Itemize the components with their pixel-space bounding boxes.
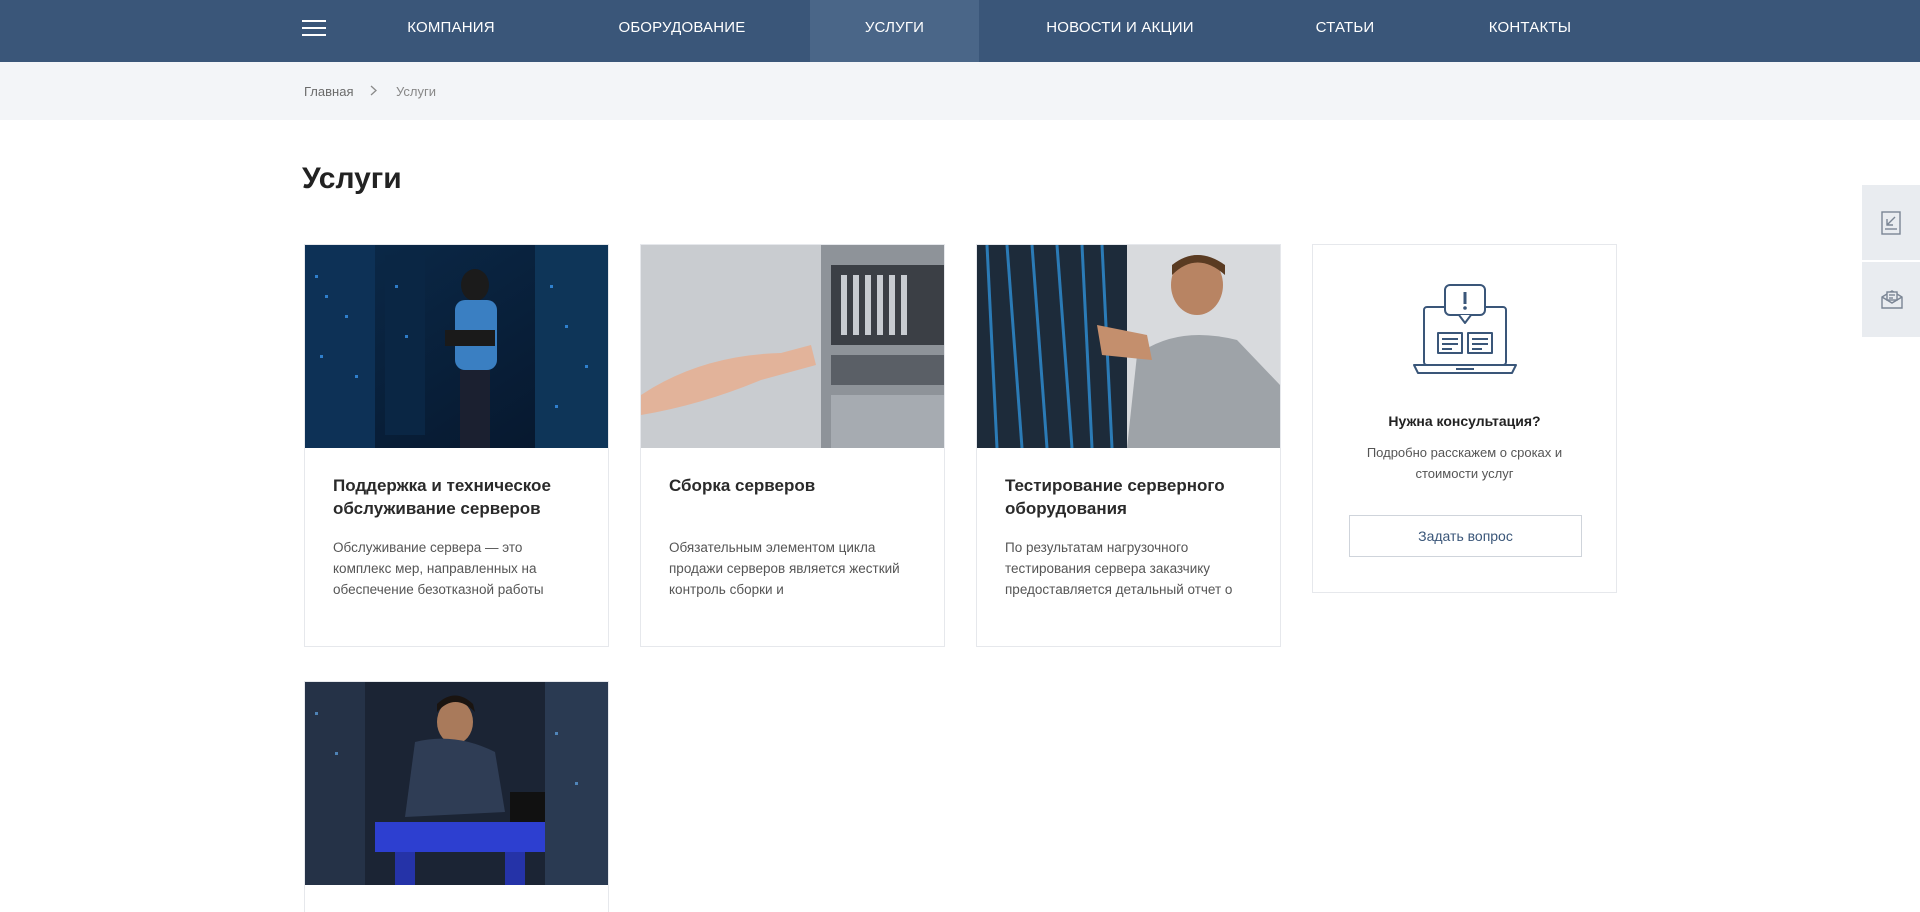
service-card[interactable] [304, 681, 609, 912]
nav-item-services[interactable]: Услуги [810, 0, 979, 62]
side-widget [1862, 185, 1920, 337]
laptop-chat-icon [1413, 284, 1517, 374]
top-navigation: Компания Оборудование Услуги Новости и а… [0, 0, 1920, 62]
consultation-card: Нужна консультация? Подробно расскажем о… [1312, 244, 1617, 593]
service-title: Поддержка и техническое обслуживание сер… [333, 476, 551, 518]
service-card[interactable]: Тестирование серверного оборудования По … [976, 244, 1281, 647]
breadcrumb-home-link[interactable]: Главная [304, 84, 353, 99]
hamburger-menu-icon[interactable] [302, 20, 326, 38]
document-arrow-icon [1881, 211, 1901, 235]
chevron-right-icon [370, 84, 377, 99]
page-title: Услуги [302, 162, 402, 195]
ask-question-button[interactable]: Задать вопрос [1349, 515, 1582, 557]
service-image-datacenter [305, 245, 608, 448]
service-description: Обязательным элементом цикла продажи сер… [669, 540, 900, 597]
consultation-text: Подробно расскажем о сроках и стоимости … [1366, 445, 1563, 481]
side-button-mail[interactable] [1862, 262, 1920, 337]
breadcrumb [0, 62, 1920, 120]
breadcrumb-current: Услуги [396, 84, 436, 99]
nav-item-contacts[interactable]: Контакты [1480, 0, 1580, 62]
side-button-request[interactable] [1862, 185, 1920, 260]
service-title: Сборка серверов [669, 476, 816, 495]
envelope-icon [1881, 290, 1903, 309]
service-description: Обслуживание сервера — это комплекс мер,… [333, 540, 544, 597]
service-image-server-assembly [641, 245, 944, 448]
nav-item-news[interactable]: Новости и акции [1036, 0, 1204, 62]
service-card[interactable]: Поддержка и техническое обслуживание сер… [304, 244, 609, 647]
service-title: Тестирование серверного оборудования [1005, 476, 1225, 518]
nav-item-equipment[interactable]: Оборудование [602, 0, 762, 62]
service-image-engineer [305, 682, 608, 885]
consultation-title: Нужна консультация? [1388, 413, 1541, 429]
nav-item-company[interactable]: Компания [380, 0, 522, 62]
service-description: По результатам нагрузочного тестирования… [1005, 540, 1233, 597]
service-image-testing [977, 245, 1280, 448]
nav-item-articles[interactable]: Статьи [1290, 0, 1400, 62]
service-card[interactable]: Сборка серверов Обязательным элементом ц… [640, 244, 945, 647]
